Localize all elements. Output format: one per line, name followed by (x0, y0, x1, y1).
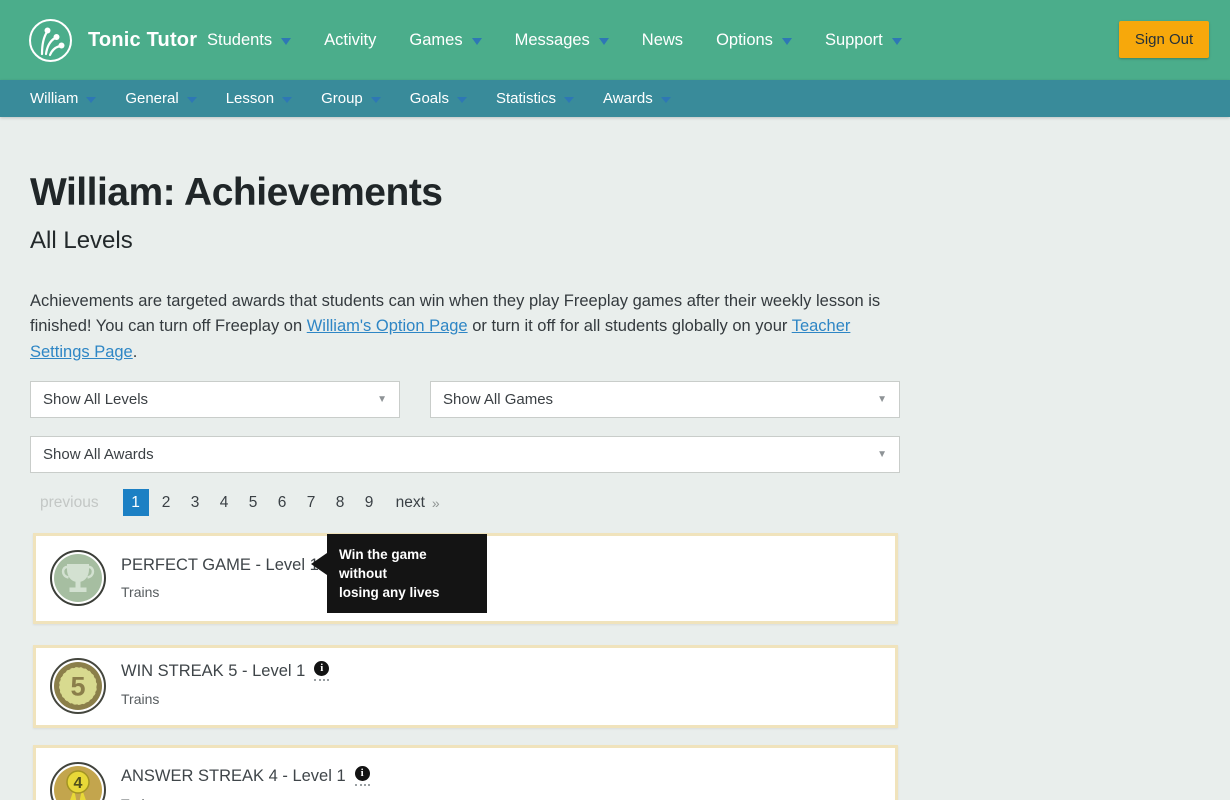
chevron-down-icon (781, 38, 792, 45)
rosette-4-badge-icon: 4 (50, 762, 106, 800)
games-filter-value: Show All Games (443, 391, 554, 408)
levels-filter-value: Show All Levels (43, 391, 149, 408)
subnav-goals[interactable]: Goals (410, 90, 467, 107)
select-caret-icon: ▼ (877, 394, 887, 405)
pagination-page-1[interactable]: 1 (122, 489, 149, 516)
pagination-page-3[interactable]: 3 (181, 489, 210, 516)
brand-name: Tonic Tutor (88, 28, 198, 51)
nav-students[interactable]: Students (207, 31, 292, 50)
subnav-statistics[interactable]: Statistics (496, 90, 574, 107)
awards-filter-select[interactable]: Show All Awards ▼ (30, 436, 900, 473)
subnav-lesson[interactable]: Lesson (226, 90, 293, 107)
info-icon-wrapper[interactable]: i (314, 661, 330, 681)
student-sub-nav: William General Lesson Group Goals Stati… (0, 80, 1230, 117)
chevron-down-icon (563, 97, 574, 103)
awards-filter-value: Show All Awards (43, 446, 154, 463)
app-header: Tonic Tutor Students Activity Games Mess… (0, 0, 1230, 80)
chevron-down-icon (471, 38, 482, 45)
chevron-down-icon (281, 38, 292, 45)
pagination-next[interactable]: next (396, 494, 425, 512)
achievement-card: 4 ANSWER STREAK 4 - Level 1 i Trains (33, 745, 898, 800)
pagination-page-5[interactable]: 5 (239, 489, 268, 516)
nav-support[interactable]: Support (825, 31, 902, 50)
nav-messages[interactable]: Messages (515, 31, 609, 50)
nav-activity[interactable]: Activity (324, 31, 376, 50)
chevron-down-icon (186, 97, 197, 103)
chevron-down-icon (598, 38, 609, 45)
medal-5-badge-icon: 5 (50, 658, 106, 714)
subnav-general[interactable]: General (125, 90, 197, 107)
info-icon[interactable]: i (314, 661, 330, 676)
subnav-group[interactable]: Group (321, 90, 381, 107)
william-option-page-link[interactable]: William's Option Page (307, 317, 468, 335)
levels-filter-select[interactable]: Show All Levels ▼ (30, 381, 400, 418)
nav-options[interactable]: Options (716, 31, 792, 50)
select-caret-icon: ▼ (877, 449, 887, 460)
pagination-page-9[interactable]: 9 (355, 489, 384, 516)
chevron-down-icon (891, 38, 902, 45)
pagination-page-8[interactable]: 8 (326, 489, 355, 516)
tonic-tutor-logo-icon (29, 19, 72, 62)
svg-text:4: 4 (74, 775, 83, 792)
pagination-page-6[interactable]: 6 (268, 489, 297, 516)
achievement-game: Trains (121, 796, 159, 800)
sign-out-button[interactable]: Sign Out (1119, 21, 1209, 58)
chevron-down-icon (370, 97, 381, 103)
achievement-card: 5 WIN STREAK 5 - Level 1 i Trains (33, 645, 898, 728)
pagination-next-arrow[interactable]: » (432, 495, 440, 511)
chevron-down-icon (456, 97, 467, 103)
pagination-page-7[interactable]: 7 (297, 489, 326, 516)
info-icon-wrapper[interactable]: i (354, 766, 370, 786)
chevron-down-icon (660, 97, 671, 103)
subnav-william[interactable]: William (30, 90, 97, 107)
trophy-badge-icon (50, 550, 106, 606)
achievement-tooltip: Win the game without losing any lives (311, 534, 487, 613)
achievement-game: Trains (121, 691, 160, 707)
page-subtitle: All Levels (30, 227, 133, 254)
achievement-game: Trains (121, 584, 160, 600)
pagination: previous 1 2 3 4 5 6 7 8 9 next » (40, 489, 440, 516)
achievements-description: Achievements are targeted awards that st… (30, 292, 881, 361)
achievement-title: PERFECT GAME - Level 1 (121, 555, 319, 574)
info-icon[interactable]: i (354, 766, 370, 781)
chevron-down-icon (86, 97, 97, 103)
achievement-title: WIN STREAK 5 - Level 1 (121, 661, 306, 680)
subnav-awards[interactable]: Awards (603, 90, 671, 107)
achievement-title: ANSWER STREAK 4 - Level 1 (121, 766, 346, 785)
pagination-previous: previous (40, 493, 99, 511)
svg-text:5: 5 (70, 672, 85, 702)
pagination-page-4[interactable]: 4 (210, 489, 239, 516)
pagination-page-2[interactable]: 2 (152, 489, 181, 516)
nav-games[interactable]: Games (409, 31, 482, 50)
chevron-down-icon (282, 97, 293, 103)
games-filter-select[interactable]: Show All Games ▼ (430, 381, 900, 418)
top-nav: Students Activity Games Messages News Op… (207, 0, 902, 80)
nav-news[interactable]: News (642, 31, 683, 50)
page-title: William: Achievements (30, 171, 443, 214)
select-caret-icon: ▼ (377, 394, 387, 405)
